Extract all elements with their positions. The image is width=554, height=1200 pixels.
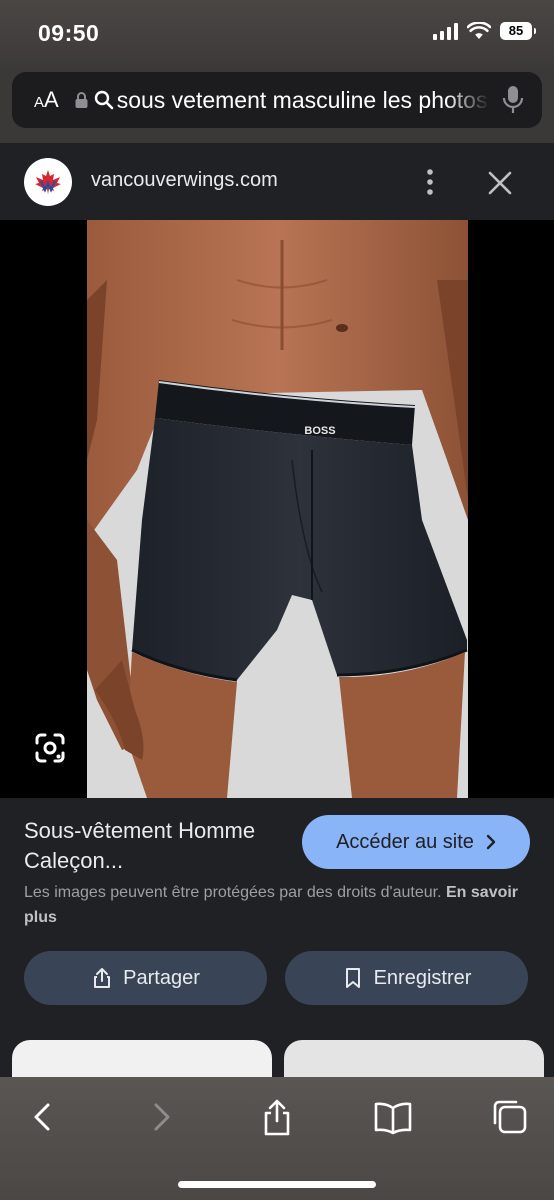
product-photo-illustration: BOSS bbox=[87, 220, 468, 798]
share-label: Partager bbox=[123, 966, 200, 989]
search-icon bbox=[94, 90, 114, 110]
microphone-icon[interactable] bbox=[502, 85, 524, 115]
product-image[interactable]: BOSS bbox=[87, 220, 468, 798]
brand-label: BOSS bbox=[304, 425, 335, 437]
tabs-icon[interactable] bbox=[490, 1097, 530, 1137]
google-lens-icon[interactable] bbox=[34, 732, 66, 764]
copyright-notice: Les images peuvent être protégées par de… bbox=[24, 880, 530, 930]
wifi-icon bbox=[467, 22, 491, 39]
maple-leaf-logo bbox=[35, 170, 61, 194]
forward-icon[interactable] bbox=[142, 1097, 182, 1137]
close-icon[interactable] bbox=[486, 169, 514, 197]
visit-site-label: Accéder au site bbox=[336, 830, 474, 853]
clock: 09:50 bbox=[38, 20, 100, 46]
site-favicon bbox=[24, 158, 72, 206]
home-indicator[interactable] bbox=[178, 1181, 376, 1188]
more-vert-icon[interactable] bbox=[418, 167, 442, 197]
visit-site-button[interactable]: Accéder au site bbox=[302, 815, 530, 869]
battery-icon: 85 bbox=[500, 22, 536, 40]
chevron-right-icon bbox=[486, 834, 496, 850]
share-button[interactable]: Partager bbox=[24, 951, 267, 1005]
bookmark-icon bbox=[345, 968, 360, 988]
save-button[interactable]: Enregistrer bbox=[285, 951, 528, 1005]
url-text[interactable]: sous vetement masculine les photos bbox=[117, 87, 490, 114]
share-icon[interactable] bbox=[257, 1097, 297, 1137]
site-domain[interactable]: vancouverwings.com bbox=[91, 169, 278, 192]
share-icon bbox=[94, 968, 111, 988]
text-size-button[interactable]: AA bbox=[34, 87, 59, 113]
back-icon[interactable] bbox=[22, 1097, 62, 1137]
signal-icon bbox=[433, 22, 458, 40]
image-viewer: BOSS bbox=[0, 220, 554, 798]
address-bar[interactable]: AA sous vetement masculine les photos bbox=[12, 72, 542, 128]
bookmarks-icon[interactable] bbox=[373, 1097, 413, 1137]
save-label: Enregistrer bbox=[373, 966, 472, 989]
site-header: vancouverwings.com bbox=[0, 143, 554, 220]
copyright-text: Les images peuvent être protégées par de… bbox=[24, 884, 442, 901]
status-icons: 85 bbox=[433, 22, 536, 40]
result-title: Sous-vêtement Homme Caleçon... bbox=[24, 818, 256, 873]
status-bar: 09:50 85 bbox=[0, 0, 554, 68]
browser-address-area: AA sous vetement masculine les photos bbox=[0, 68, 554, 143]
lock-icon bbox=[75, 92, 88, 108]
